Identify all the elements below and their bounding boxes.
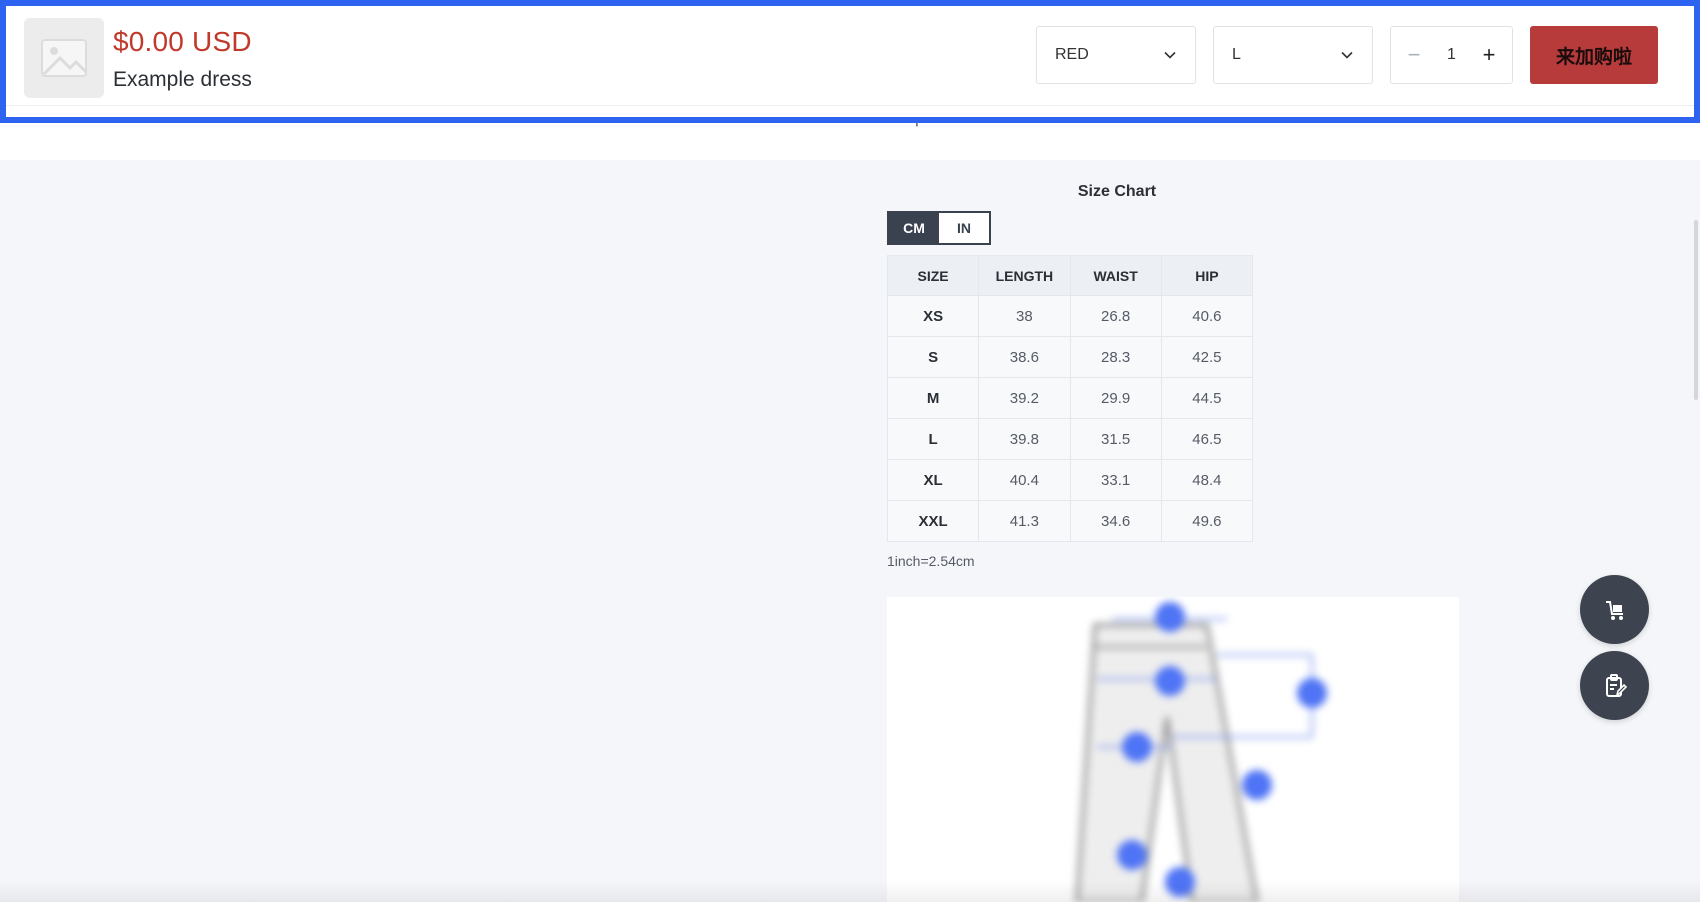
waist-cell: 31.5 <box>1069 418 1162 460</box>
product-price: $0.00 USD <box>113 26 252 57</box>
color-select[interactable]: RED <box>1036 26 1196 84</box>
table-row: XL 40.4 33.1 48.4 <box>886 459 1254 501</box>
waist-cell: 34.6 <box>1069 500 1162 542</box>
floating-cart-button[interactable] <box>1580 575 1649 644</box>
measurement-diagram-image <box>887 597 1459 902</box>
size-cell: XXL <box>886 500 980 542</box>
table-row: XS 38 26.8 40.6 <box>886 295 1254 337</box>
waist-cell: 33.1 <box>1069 459 1162 501</box>
hip-cell: 42.5 <box>1160 336 1254 378</box>
size-select[interactable]: L <box>1213 26 1373 84</box>
column-header-size: SIZE <box>886 255 980 296</box>
hip-cell: 46.5 <box>1160 418 1254 460</box>
quantity-value[interactable]: 1 <box>1447 46 1456 64</box>
size-cell: XS <box>886 295 980 337</box>
waist-cell: 29.9 <box>1069 377 1162 419</box>
cart-trolley-icon <box>1605 600 1623 620</box>
pants-measurement-illustration <box>1074 602 1327 902</box>
length-cell: 40.4 <box>978 459 1071 501</box>
size-chart-table: SIZE LENGTH WAIST HIP XS 38 26.8 40.6 S … <box>886 255 1254 542</box>
size-cell: XL <box>886 459 980 501</box>
quantity-decrease-button[interactable]: − <box>1401 42 1427 68</box>
sticky-bar-content: $0.00 USD Example dress RED L − 1 + 来加购啦 <box>6 6 1694 106</box>
color-select-value: RED <box>1055 46 1089 63</box>
page-scrollbar[interactable] <box>1694 220 1698 400</box>
hip-cell: 48.4 <box>1160 459 1254 501</box>
table-row: L 39.8 31.5 46.5 <box>886 418 1254 460</box>
floating-clipboard-button[interactable] <box>1580 651 1649 720</box>
column-header-waist: WAIST <box>1069 255 1162 296</box>
length-cell: 38 <box>978 295 1071 337</box>
length-cell: 39.2 <box>978 377 1071 419</box>
size-cell: S <box>886 336 980 378</box>
waist-cell: 26.8 <box>1069 295 1162 337</box>
add-to-cart-button[interactable]: 来加购啦 <box>1530 26 1658 84</box>
chevron-down-icon <box>1341 51 1353 59</box>
product-title: Example dress <box>113 68 252 91</box>
length-cell: 39.8 <box>978 418 1071 460</box>
column-header-hip: HIP <box>1160 255 1254 296</box>
size-chart-title: Size Chart <box>1077 183 1157 200</box>
hip-cell: 40.6 <box>1160 295 1254 337</box>
column-header-length: LENGTH <box>978 255 1071 296</box>
table-row: M 39.2 29.9 44.5 <box>886 377 1254 419</box>
hip-cell: 44.5 <box>1160 377 1254 419</box>
quantity-stepper: − 1 + <box>1390 26 1513 84</box>
unit-in-button[interactable]: IN <box>939 213 989 243</box>
unit-cm-button[interactable]: CM <box>889 213 939 243</box>
unit-toggle: CM IN <box>887 211 991 245</box>
sticky-add-to-cart-bar: $0.00 USD Example dress RED L − 1 + 来加购啦 <box>0 0 1700 123</box>
length-cell: 41.3 <box>978 500 1071 542</box>
size-cell: M <box>886 377 980 419</box>
image-placeholder-icon <box>41 39 88 77</box>
chevron-down-icon <box>1164 51 1176 59</box>
size-cell: L <box>886 418 980 460</box>
table-row: XXL 41.3 34.6 49.6 <box>886 500 1254 542</box>
clipboard-edit-icon <box>1605 673 1627 697</box>
length-cell: 38.6 <box>978 336 1071 378</box>
size-select-value: L <box>1232 46 1241 63</box>
waist-cell: 28.3 <box>1069 336 1162 378</box>
bottom-shadow <box>0 880 1700 902</box>
hip-cell: 49.6 <box>1160 500 1254 542</box>
quantity-increase-button[interactable]: + <box>1476 42 1502 68</box>
table-header-row: SIZE LENGTH WAIST HIP <box>886 255 1254 296</box>
product-thumbnail[interactable] <box>24 18 104 98</box>
table-row: S 38.6 28.3 42.5 <box>886 336 1254 378</box>
unit-conversion-note: 1inch=2.54cm <box>887 553 975 569</box>
